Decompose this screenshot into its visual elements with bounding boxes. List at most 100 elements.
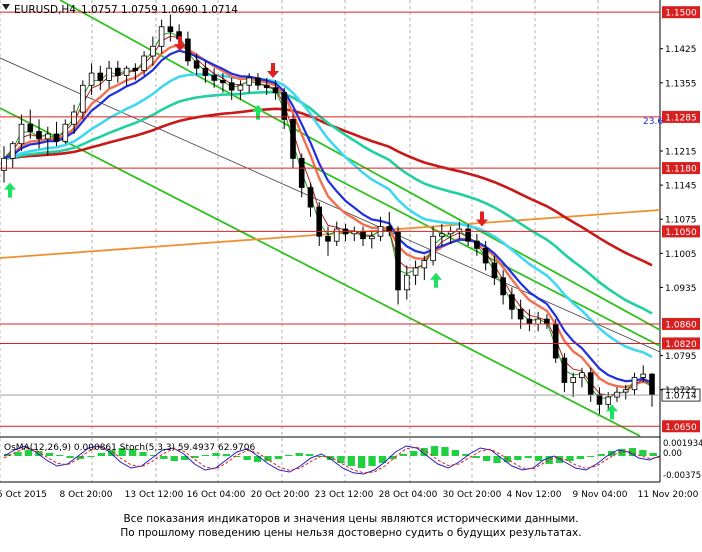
candle-body [596,394,603,405]
candle-body [9,143,16,159]
candle-body [115,67,121,76]
osma-bar [639,450,647,456]
candle-body [509,294,515,310]
osma-bar [430,446,439,456]
osma-bar [306,454,314,456]
level-label: 1.1180 [665,165,697,175]
osma-bar [170,456,178,461]
osma-bar [483,456,491,461]
time-tick-label: 20 Oct 20:00 [251,490,310,500]
osma-bar [524,456,532,458]
time-tick-label: 13 Oct 12:00 [125,490,184,500]
candle-body [649,373,655,396]
level-label: 1.1500 [665,9,697,19]
indicator-label: OsMA(12,26,9) 0.000861 Stoch(5,3,3) 59.4… [4,443,255,453]
candle-body [430,235,436,262]
osma-bar [368,456,376,466]
fib-label: 23.6 [643,117,663,127]
candle-body [605,396,611,405]
disclaimer: Все показания индикаторов и значения цен… [0,512,702,540]
candle-body [202,67,209,76]
time-tick-label: 8 Oct 20:00 [60,490,113,500]
price-tick-label: 1.1075 [665,216,697,226]
osma-bar [451,450,459,456]
candle-body [141,55,147,72]
candle-body [298,157,305,188]
candle-body [185,38,191,62]
price-tick-label: 1.1145 [665,182,697,192]
candle-body [360,230,366,240]
candle-body [307,187,314,208]
candle-body [368,235,375,240]
osma-bar [87,456,95,457]
candle-body [246,77,253,86]
osma-bar [535,456,543,461]
osma-bar [253,456,262,462]
price-tick-label: 1.1215 [665,148,697,158]
symbol-label: EURUSD,H4 [14,4,76,16]
osma-bar [358,456,366,468]
level-label: 1.0650 [665,423,697,433]
osma-bar [649,453,657,456]
price-tick-label: 1.1355 [665,79,697,89]
candle-body [474,240,480,249]
level-label: 1.1285 [665,113,697,123]
candle-body [386,226,393,232]
candle-body [272,87,279,93]
osma-bar [66,456,74,458]
osma-bar [243,456,251,460]
candle-body [403,274,410,291]
indicator-tick-label: 0.001934 [663,439,702,449]
price-tick-label: 1.0935 [665,284,697,294]
candle-body [535,318,541,325]
level-label: 1.0820 [665,340,697,350]
candle-body [482,247,489,264]
candle-body [438,233,445,237]
candle-body [255,77,261,86]
candle-body [158,26,165,47]
time-tick-label: 16 Oct 04:00 [187,490,246,500]
candle-body [193,60,200,69]
osma-bar [274,456,282,459]
candle-body [106,67,112,81]
candle-body [622,389,629,393]
candle-body [281,92,287,120]
osma-bar [295,453,303,456]
candle-body [614,391,620,398]
osma-bar [222,454,230,456]
candle-body [526,318,533,325]
osma-bar [441,447,449,456]
candle-body [561,357,568,383]
candle-body [412,267,419,276]
candle-body [552,323,559,359]
candle-body [421,260,428,269]
osma-bar [97,453,105,456]
candle-body [465,228,471,242]
candle-body [18,123,25,145]
candle-body [71,111,77,125]
candle-body [228,82,235,91]
candle-body [123,67,130,76]
candle-body [325,235,331,242]
candle-body [167,26,174,33]
osma-bar [347,456,355,466]
level-label: 1.0860 [665,320,697,330]
ohlc-label: 1.0757 1.0759 1.0690 1.0714 [81,4,238,16]
candle-body [132,67,139,71]
candle-body [587,372,594,396]
candle-body [1,157,7,171]
price-tick-label: 1.1425 [665,45,697,55]
candle-body [395,230,401,291]
level-label: 1.1050 [665,228,697,238]
price-tick-label: 1.0725 [665,386,697,396]
indicator-tick-label: 0.00 [663,449,682,459]
osma-bar [399,454,407,456]
candle-body [517,308,524,320]
candle-body [62,123,69,142]
candle-body [333,228,340,242]
osma-bar [56,455,64,456]
candle-body [97,72,104,81]
candle-body [211,75,218,81]
osma-bar [201,455,210,456]
osma-bar [285,455,293,456]
